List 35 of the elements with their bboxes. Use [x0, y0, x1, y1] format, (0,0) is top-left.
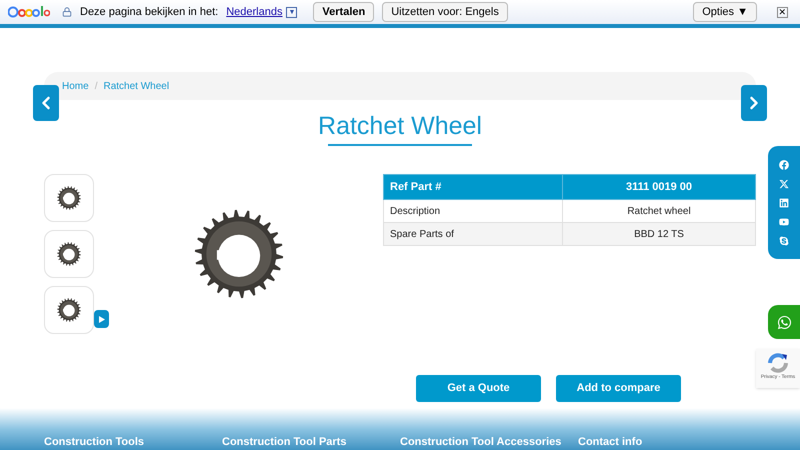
- turn-off-button[interactable]: Uitzetten voor: Engels: [382, 2, 508, 22]
- thumbnail[interactable]: [44, 174, 94, 222]
- play-icon: [98, 316, 104, 322]
- play-button[interactable]: [94, 310, 109, 328]
- recaptcha-icon: [766, 352, 790, 374]
- gear-icon: [56, 297, 82, 323]
- table-cell: BBD 12 TS: [562, 222, 756, 246]
- language-link[interactable]: Nederlands: [226, 4, 282, 20]
- table-header-cell: 3111 0019 00: [562, 174, 756, 200]
- skype-icon[interactable]: [779, 236, 789, 246]
- gear-icon: [56, 185, 82, 211]
- previous-button[interactable]: [33, 85, 59, 121]
- table-header-cell: Ref Part #: [384, 174, 562, 200]
- close-button[interactable]: ✕: [777, 6, 788, 18]
- x-icon[interactable]: [779, 178, 789, 188]
- facebook-icon[interactable]: [779, 160, 789, 170]
- gear-icon: [56, 241, 82, 267]
- footer-heading: Construction Tools: [44, 436, 146, 449]
- page-title: Ratchet Wheel: [318, 111, 482, 142]
- next-button[interactable]: [741, 85, 767, 121]
- whatsapp-button[interactable]: [768, 305, 800, 339]
- translate-prompt: Deze pagina bekijken in het:: [80, 4, 218, 20]
- translate-button[interactable]: Vertalen: [313, 2, 374, 22]
- thumbnail[interactable]: [44, 286, 94, 334]
- footer-heading: Construction Tool Parts: [222, 436, 348, 449]
- youtube-icon[interactable]: [779, 216, 789, 226]
- linkedin-icon[interactable]: [779, 198, 789, 208]
- table-cell: Spare Parts of: [384, 222, 562, 246]
- footer-heading: Construction Tool Accessories: [400, 436, 562, 449]
- whatsapp-icon: [776, 314, 792, 330]
- thumbnail[interactable]: [44, 230, 94, 278]
- options-button[interactable]: Opties ▼: [693, 2, 757, 22]
- lock-icon: [62, 7, 72, 17]
- footer-heading: Contact info: [578, 436, 644, 449]
- breadcrumb-separator: /: [94, 80, 98, 94]
